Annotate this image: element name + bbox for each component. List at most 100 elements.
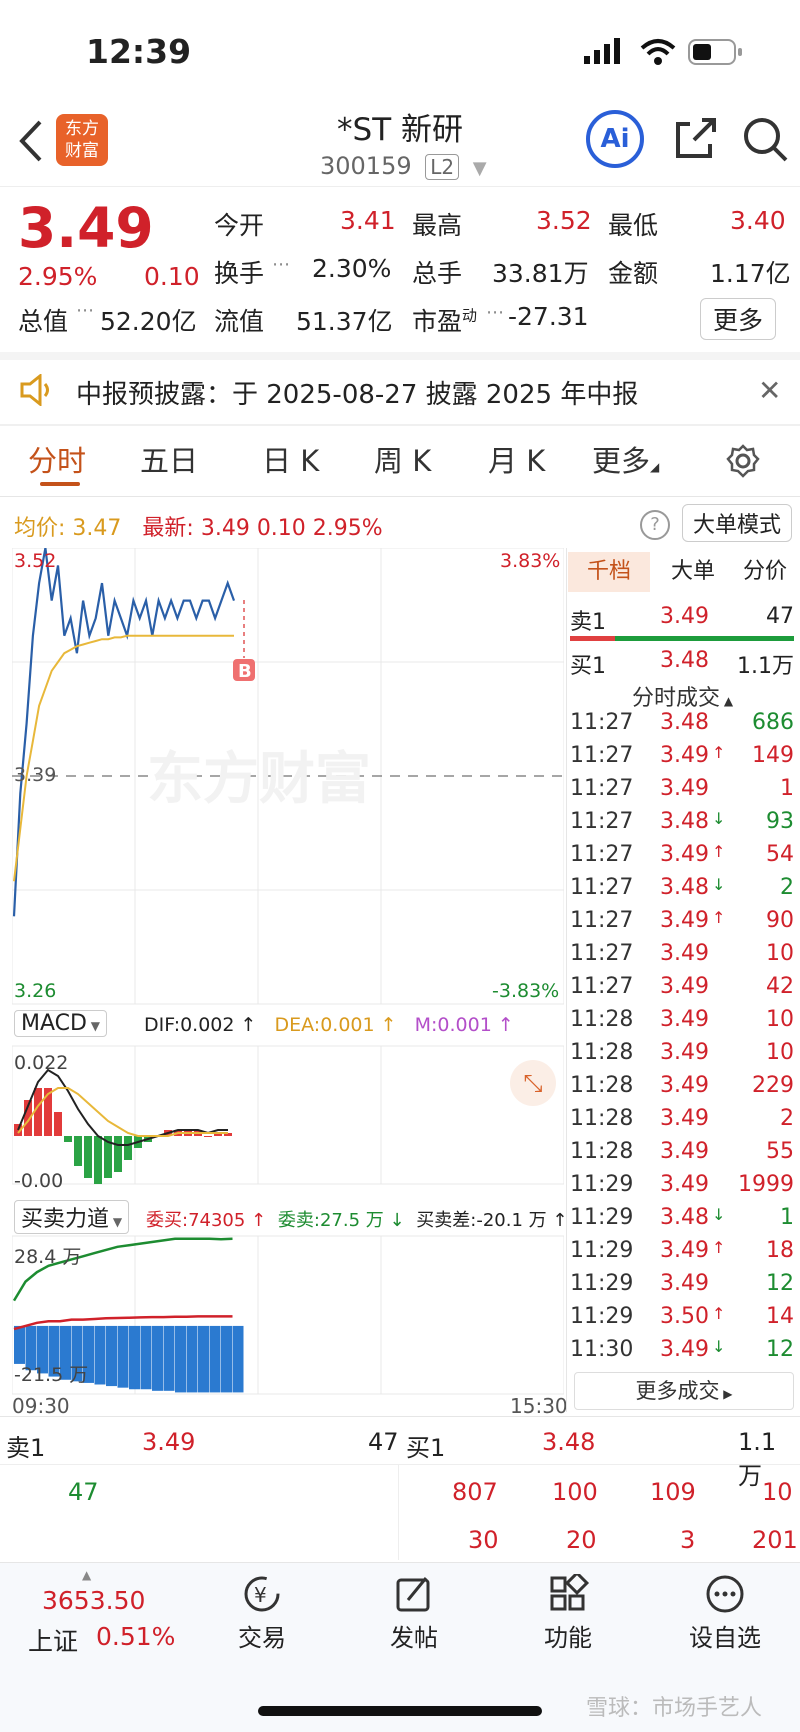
close-icon[interactable]: ✕	[758, 374, 781, 407]
force-diff-bar	[106, 1325, 117, 1387]
mcap-info-icon[interactable]: ⋯	[76, 300, 94, 321]
share-icon[interactable]	[672, 116, 718, 166]
side-tab-dadan[interactable]: 大单	[658, 552, 728, 592]
force-diff-bar	[198, 1325, 209, 1393]
axis-top-pct: 3.83%	[500, 550, 561, 572]
tab-active-indicator	[40, 482, 80, 486]
avg-label: 均价:	[14, 516, 66, 541]
tick-volume: 42	[766, 974, 794, 999]
macd-top: 0.022	[14, 1052, 69, 1074]
macd-bar	[74, 1136, 82, 1166]
tick-volume: 229	[752, 1073, 794, 1098]
intraday-chart[interactable]: 东方财富 B	[12, 548, 564, 1638]
tick-price: 3.49	[660, 941, 709, 966]
stock-code-row[interactable]: 300159 L2 ▼	[320, 152, 487, 180]
settings-icon[interactable]	[726, 444, 760, 482]
macd-selector[interactable]: MACD ▼	[14, 1010, 107, 1037]
amount-value: 1.17亿	[710, 259, 791, 288]
index-widget[interactable]: ▲ 3653.50 上证 0.51%	[24, 1568, 184, 1656]
notice-text[interactable]: 中报预披露：于 2025-08-27 披露 2025 年中报	[76, 374, 638, 411]
tick-arrow: ↑	[712, 1304, 726, 1323]
high-value: 3.52	[536, 206, 592, 235]
expand-icon[interactable]: ⤡	[510, 1060, 556, 1106]
macd-bottom: -0.00	[14, 1170, 64, 1192]
tab-more[interactable]: 更多◢	[592, 438, 659, 480]
axis-bottom-pct: -3.83%	[492, 980, 560, 1002]
tick-row: 11:27 3.49 10	[570, 941, 794, 974]
side-buy-vol: 1.1万	[737, 654, 794, 679]
force-diff-bar	[186, 1325, 198, 1393]
index-up-icon: ▲	[82, 1568, 92, 1582]
status-time: 12:39	[86, 32, 192, 71]
tick-time: 11:30	[570, 1337, 634, 1362]
tick-time: 11:28	[570, 1139, 634, 1164]
tick-row: 11:28 3.49 10	[570, 1007, 794, 1040]
force-diff-bar	[175, 1325, 186, 1393]
turnover-info-icon[interactable]: ⋯	[272, 254, 290, 275]
tick-price: 3.49	[660, 776, 709, 801]
more-trades-button[interactable]: 更多成交 ▶	[574, 1372, 794, 1410]
tick-arrow: ↑	[712, 1238, 726, 1257]
macd-dif: DIF:0.002 ↑	[144, 1014, 257, 1036]
pe-info-icon[interactable]: ⋯	[486, 302, 504, 323]
tick-row: 11:27 3.49 ↑ 90	[570, 908, 794, 941]
volume-label: 总手	[412, 259, 463, 288]
side-sell-label: 卖1	[570, 610, 606, 635]
tab-more-label: 更多	[592, 444, 651, 478]
turnover-value: 2.30%	[312, 254, 392, 283]
ticks-header[interactable]: 分时成交 ▲	[632, 680, 733, 712]
tab-intraday[interactable]: 分时	[28, 438, 86, 480]
home-indicator	[258, 1706, 542, 1716]
tick-time: 11:27	[570, 842, 634, 867]
tab-five-day[interactable]: 五日	[140, 438, 198, 480]
force-buy: 委买:74305 ↑	[146, 1210, 267, 1231]
tick-volume: 10	[766, 1040, 794, 1065]
tick-arrow: ↑	[712, 842, 726, 861]
help-icon[interactable]: ?	[640, 510, 670, 540]
tick-time: 11:27	[570, 710, 634, 735]
tick-row: 11:27 3.49 ↑ 149	[570, 743, 794, 776]
ob-buy-queue-6: 3	[680, 1526, 696, 1554]
tick-time: 11:27	[570, 809, 634, 834]
force-diff-bar	[232, 1325, 244, 1393]
nav-post[interactable]: 发帖	[374, 1574, 454, 1653]
tick-price: 3.49	[660, 743, 709, 768]
macd-bar	[64, 1136, 72, 1142]
tick-row: 11:29 3.50 ↑ 14	[570, 1304, 794, 1337]
tick-volume: 149	[752, 743, 794, 768]
mcap-value: 52.20亿	[100, 307, 197, 336]
force-diff-bar	[117, 1325, 129, 1388]
force-diff: 买卖差:-20.1 万 ↑	[416, 1210, 568, 1231]
nav-function-label: 功能	[544, 1624, 592, 1652]
side-tab-fenjia[interactable]: 分价	[730, 552, 800, 592]
tab-weekly-k[interactable]: 周 K	[374, 438, 431, 480]
trade-icon: ¥	[244, 1576, 280, 1612]
price-line	[12, 548, 236, 917]
tick-price: 3.49	[660, 1271, 709, 1296]
macd-bar	[94, 1136, 102, 1184]
nav-function[interactable]: 功能	[528, 1570, 608, 1653]
tick-volume: 2	[780, 875, 794, 900]
force-selector[interactable]: 买卖力道 ▼	[14, 1200, 130, 1234]
tick-row: 11:28 3.49 55	[570, 1139, 794, 1172]
macd-bar	[204, 1136, 212, 1137]
ai-icon[interactable]: Ai	[586, 110, 644, 168]
chart-info-row: 均价: 3.47 最新: 3.49 0.10 2.95%	[14, 510, 383, 542]
more-trades-label: 更多成交	[635, 1379, 720, 1403]
nav-trade[interactable]: ¥ 交易	[222, 1574, 302, 1653]
ob-buy-price: 3.48	[542, 1428, 596, 1456]
tab-monthly-k[interactable]: 月 K	[488, 438, 545, 480]
nav-watchlist[interactable]: 设自选	[680, 1574, 770, 1653]
tick-time: 11:29	[570, 1271, 634, 1296]
side-tab-qiandang[interactable]: 千档	[568, 552, 650, 592]
tick-price: 3.49	[660, 1007, 709, 1032]
search-icon[interactable]	[742, 116, 788, 168]
more-button[interactable]: 更多	[700, 298, 777, 340]
tab-daily-k[interactable]: 日 K	[262, 438, 319, 480]
tick-volume: 12	[766, 1271, 794, 1296]
index-pct: 0.51%	[96, 1622, 176, 1651]
pe-label-text: 市盈	[412, 307, 463, 336]
macd-dea: DEA:0.001 ↑	[274, 1014, 397, 1036]
big-order-mode-button[interactable]: 大单模式	[682, 504, 793, 542]
tick-time: 11:27	[570, 875, 634, 900]
